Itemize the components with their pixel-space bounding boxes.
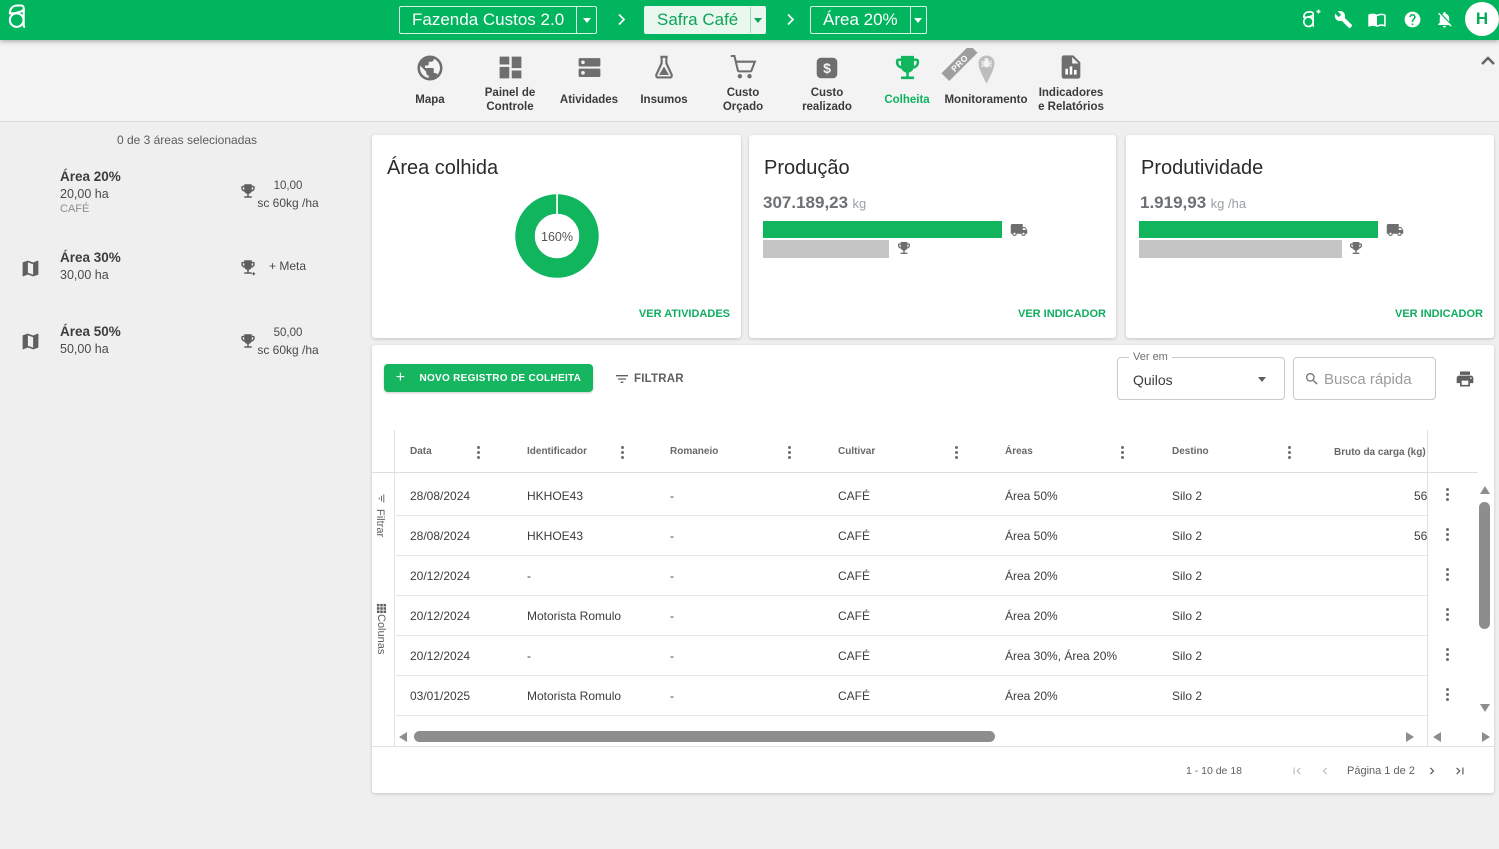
svg-text:160%: 160% xyxy=(541,230,573,244)
svg-text:$: $ xyxy=(823,60,831,76)
